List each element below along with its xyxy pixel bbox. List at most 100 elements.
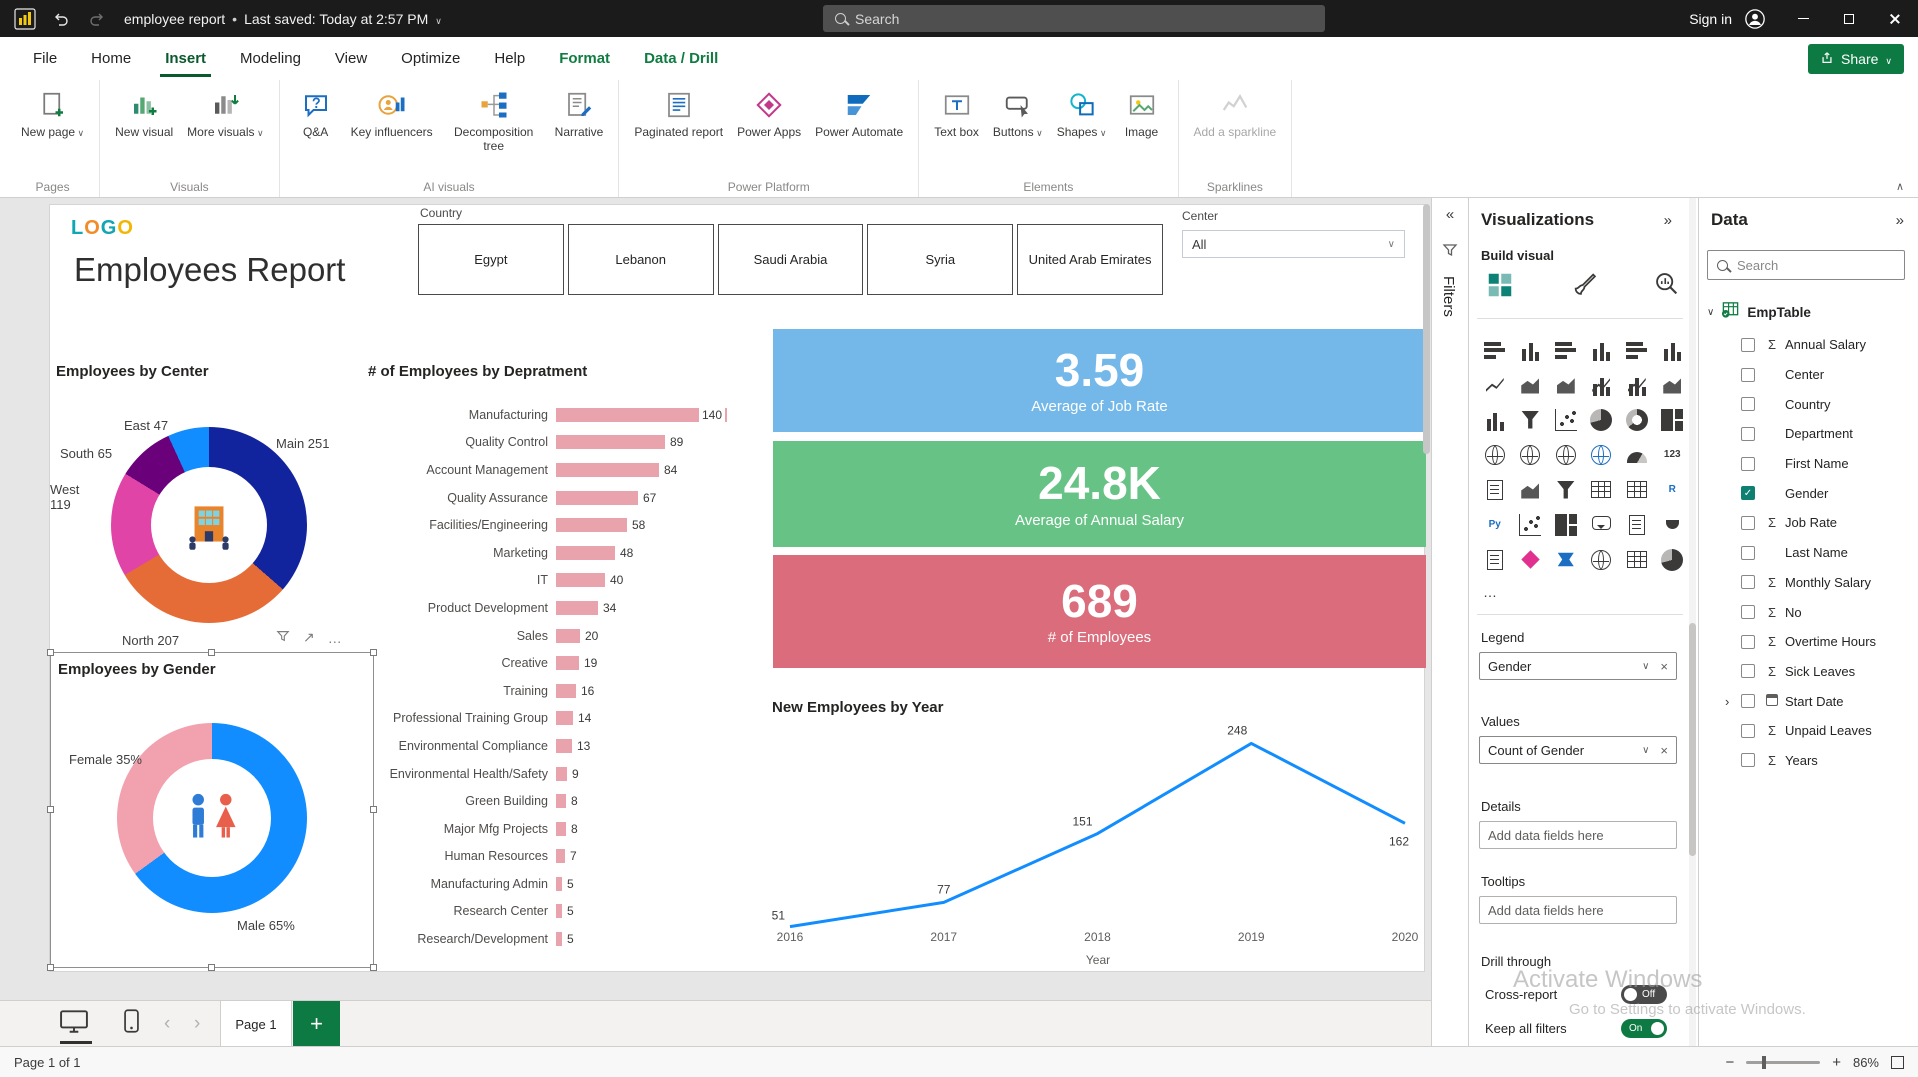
pie-chart-icon[interactable] xyxy=(1584,402,1620,437)
resize-handle[interactable] xyxy=(370,806,377,813)
more-options-icon[interactable]: … xyxy=(328,630,342,646)
field-gender[interactable]: ✓ Gender xyxy=(1699,478,1918,508)
paginated-report-button[interactable]: Paginated report xyxy=(629,86,728,141)
field-checkbox[interactable] xyxy=(1741,723,1755,738)
field-sick-leaves[interactable]: Σ Sick Leaves xyxy=(1699,657,1918,687)
field-checkbox[interactable] xyxy=(1741,664,1755,679)
zoom-in-icon[interactable]: + xyxy=(1832,1054,1841,1071)
collapse-data-panel-icon[interactable] xyxy=(1896,212,1904,229)
menu-help[interactable]: Help xyxy=(477,37,542,80)
field-checkbox[interactable] xyxy=(1741,456,1755,471)
dept-bar-row-major-mfg-projects[interactable]: Major Mfg Projects 8 xyxy=(360,815,775,843)
dept-bar-row-facilities-engineering[interactable]: Facilities/Engineering 58 xyxy=(360,511,775,539)
custom-visual-icon[interactable] xyxy=(1655,542,1691,577)
key-influencers-button[interactable]: Key influencers xyxy=(346,86,438,155)
stacked-bar-chart-icon[interactable] xyxy=(1477,332,1513,367)
scrollbar-thumb[interactable] xyxy=(1689,623,1696,856)
employees-by-center-visual[interactable]: Employees by Center Main 251 North 207 W… xyxy=(50,355,362,650)
chevron-down-icon[interactable] xyxy=(1707,307,1714,318)
field-first-name[interactable]: First Name xyxy=(1699,449,1918,479)
slicer-option-saudi-arabia[interactable]: Saudi Arabia xyxy=(717,224,864,295)
power-automate-icon[interactable] xyxy=(1548,542,1584,577)
q-a-button[interactable]: Q&A xyxy=(290,86,342,155)
filters-pane-collapsed[interactable]: Filters xyxy=(1431,198,1468,1046)
arcgis-map-icon[interactable] xyxy=(1584,542,1620,577)
zoom-slider[interactable] xyxy=(1746,1056,1821,1069)
new-page-button[interactable]: New page xyxy=(16,86,89,141)
decomposition-tree-button[interactable]: Decomposition tree xyxy=(442,86,546,155)
stacked-area-chart-icon[interactable] xyxy=(1548,367,1584,402)
kpi-icon[interactable] xyxy=(1513,472,1549,507)
more-visual-types[interactable]: … xyxy=(1483,584,1499,600)
tile-slicer-icon[interactable] xyxy=(1619,542,1655,577)
table-node[interactable]: EmpTable xyxy=(1707,300,1811,324)
menu-view[interactable]: View xyxy=(318,37,384,80)
decomposition-tree-icon[interactable] xyxy=(1548,507,1584,542)
new-visual-button[interactable]: New visual xyxy=(110,86,178,141)
center-donut-chart[interactable] xyxy=(111,427,307,623)
resize-handle[interactable] xyxy=(47,649,54,656)
line-and-stacked-column-chart-icon[interactable] xyxy=(1584,367,1620,402)
field-annual-salary[interactable]: Σ Annual Salary xyxy=(1699,330,1918,360)
report-page[interactable]: LOGO Employees Report Country Egypt Leban… xyxy=(47,204,1426,972)
field-checkbox[interactable] xyxy=(1741,545,1755,560)
line-and-clustered-column-chart-icon[interactable] xyxy=(1619,367,1655,402)
global-search-input[interactable]: Search xyxy=(823,5,1325,32)
cross-report-toggle[interactable]: Off xyxy=(1621,985,1667,1004)
shapes-button[interactable]: Shapes xyxy=(1052,86,1112,141)
expand-icon[interactable]: › xyxy=(1725,694,1741,709)
fields-search-input[interactable]: Search xyxy=(1707,250,1905,280)
field-no[interactable]: Σ No xyxy=(1699,597,1918,627)
details-field-well[interactable]: Add data fields here xyxy=(1479,821,1677,849)
menu-data-drill[interactable]: Data / Drill xyxy=(627,37,735,80)
dept-bar-row-sales[interactable]: Sales 20 xyxy=(360,622,775,650)
format-visual-tab[interactable] xyxy=(1571,270,1603,302)
dept-bar-row-research-center[interactable]: Research Center 5 xyxy=(360,898,775,926)
slicer-option-lebanon[interactable]: Lebanon xyxy=(567,224,714,295)
stacked-column-chart-icon[interactable] xyxy=(1513,332,1549,367)
dept-bar-row-research-development[interactable]: Research/Development 5 xyxy=(360,925,775,953)
keep-all-filters-toggle[interactable]: On xyxy=(1621,1019,1667,1038)
shape-map-icon[interactable] xyxy=(1548,437,1584,472)
employees-by-department-visual[interactable]: # of Employees by Depratment Manufacturi… xyxy=(360,355,775,969)
next-page-icon[interactable]: › xyxy=(194,1001,200,1047)
field-checkbox[interactable] xyxy=(1741,337,1755,352)
menu-insert[interactable]: Insert xyxy=(148,37,223,80)
field-checkbox[interactable] xyxy=(1741,605,1755,620)
undo-icon[interactable] xyxy=(50,8,72,30)
multi-row-card-icon[interactable] xyxy=(1477,472,1513,507)
dept-bar-row-human-resources[interactable]: Human Resources 7 xyxy=(360,843,775,871)
field-job-rate[interactable]: Σ Job Rate xyxy=(1699,508,1918,538)
field-center[interactable]: Center xyxy=(1699,360,1918,390)
narrative-button[interactable]: Narrative xyxy=(550,86,609,155)
python-visual-icon[interactable]: Py xyxy=(1477,507,1513,542)
gender-donut-chart[interactable] xyxy=(117,723,307,913)
r-script-visual-icon[interactable]: R xyxy=(1655,472,1691,507)
funnel-chart-icon[interactable] xyxy=(1513,402,1549,437)
remove-field-icon[interactable] xyxy=(1660,743,1668,758)
collapse-ribbon-icon[interactable] xyxy=(1896,180,1904,193)
dept-bar-row-product-development[interactable]: Product Development 34 xyxy=(360,594,775,622)
menu-modeling[interactable]: Modeling xyxy=(223,37,318,80)
collapse-visualizations-icon[interactable] xyxy=(1664,212,1672,229)
qa-visual-icon[interactable] xyxy=(1584,507,1620,542)
expand-filters-icon[interactable] xyxy=(1432,206,1468,223)
field-checkbox[interactable] xyxy=(1741,634,1755,649)
field-checkbox[interactable] xyxy=(1741,753,1755,768)
menu-format[interactable]: Format xyxy=(542,37,627,80)
area-chart-icon[interactable] xyxy=(1513,367,1549,402)
field-checkbox[interactable] xyxy=(1741,515,1755,530)
dept-bar-row-professional-training-group[interactable]: Professional Training Group 14 xyxy=(360,705,775,733)
resize-handle[interactable] xyxy=(208,649,215,656)
visualizations-scrollbar[interactable] xyxy=(1689,198,1696,1046)
employees-by-gender-visual[interactable]: Employees by Gender Male 65% Female 35% xyxy=(47,649,377,971)
slicer-option-egypt[interactable]: Egypt xyxy=(418,224,564,295)
field-checkbox[interactable] xyxy=(1741,694,1755,709)
dept-bar-row-account-management[interactable]: Account Management 84 xyxy=(360,456,775,484)
fit-to-page-icon[interactable] xyxy=(1891,1056,1904,1069)
dept-bar-row-quality-control[interactable]: Quality Control 89 xyxy=(360,429,775,457)
mobile-view-icon[interactable] xyxy=(124,1009,139,1033)
azure-map-icon[interactable] xyxy=(1584,437,1620,472)
filled-map-icon[interactable] xyxy=(1513,437,1549,472)
resize-handle[interactable] xyxy=(370,964,377,971)
